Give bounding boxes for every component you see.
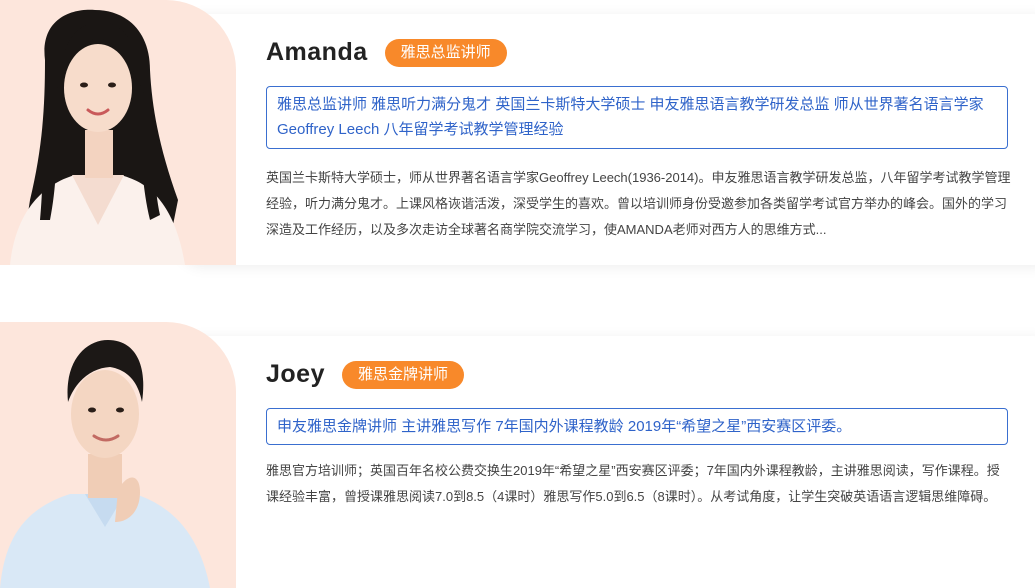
teacher-summary: 雅思总监讲师 雅思听力满分鬼才 英国兰卡斯特大学硕士 申友雅思语言教学研发总监 …: [266, 86, 1008, 149]
teacher-name: Amanda: [266, 38, 368, 66]
teacher-name: Joey: [266, 360, 325, 388]
teacher-card-joey: Joey 雅思金牌讲师 申友雅思金牌讲师 主讲雅思写作 7年国内外课程教龄 20…: [0, 322, 1035, 588]
teacher-portrait-icon: [10, 9, 185, 265]
teacher-portrait-icon: [0, 340, 210, 588]
name-row: Joey 雅思金牌讲师: [266, 360, 464, 389]
teacher-title-badge: 雅思金牌讲师: [341, 360, 464, 389]
teacher-title-badge: 雅思总监讲师: [384, 38, 507, 67]
teacher-description: 英国兰卡斯特大学硕士，师从世界著名语言学家Geoffrey Leech(1936…: [266, 170, 1011, 237]
teacher-photo: [0, 0, 236, 265]
teacher-card-amanda: Amanda 雅思总监讲师 雅思总监讲师 雅思听力满分鬼才 英国兰卡斯特大学硕士…: [0, 0, 1035, 265]
teacher-description: 雅思官方培训师；英国百年名校公费交换生2019年“希望之星”西安赛区评委；7年国…: [266, 463, 1000, 504]
teacher-summary: 申友雅思金牌讲师 主讲雅思写作 7年国内外课程教龄 2019年“希望之星”西安赛…: [266, 408, 1008, 445]
teacher-photo: [0, 322, 236, 588]
name-row: Amanda 雅思总监讲师: [266, 38, 507, 67]
